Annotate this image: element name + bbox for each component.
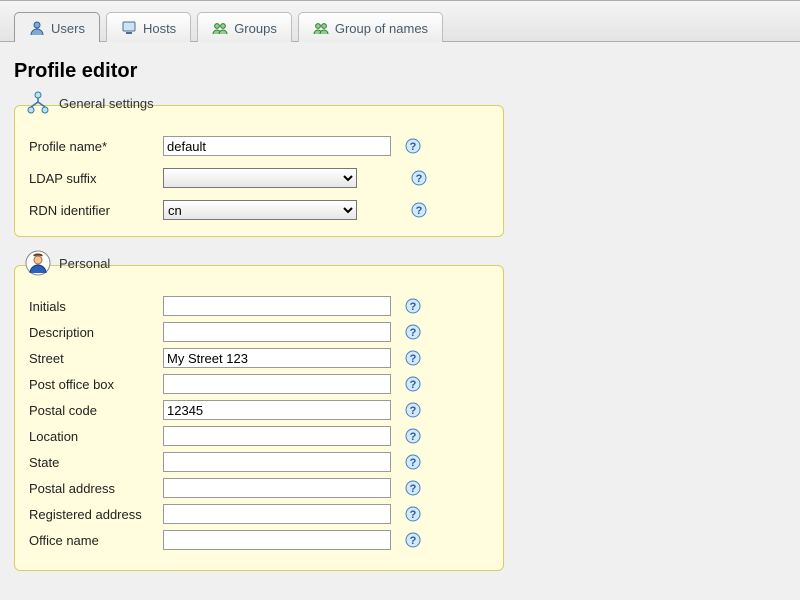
help-icon[interactable]: ?: [405, 480, 421, 496]
ldap-suffix-label: LDAP suffix: [29, 171, 157, 186]
personal-row-postal_address: Postal address?: [29, 478, 489, 498]
host-icon: [121, 20, 137, 36]
tab-hosts[interactable]: Hosts: [106, 12, 191, 42]
location-input[interactable]: [163, 426, 391, 446]
help-icon[interactable]: ?: [405, 350, 421, 366]
svg-text:?: ?: [410, 141, 417, 153]
tab-groups[interactable]: Groups: [197, 12, 292, 42]
general-settings-legend: General settings: [21, 90, 158, 116]
personal-row-initials: Initials?: [29, 296, 489, 316]
svg-text:?: ?: [410, 405, 417, 417]
svg-text:?: ?: [410, 509, 417, 521]
initials-label: Initials: [29, 299, 157, 314]
tab-label: Hosts: [143, 21, 176, 36]
help-icon[interactable]: ?: [405, 454, 421, 470]
legend-label: General settings: [59, 96, 154, 111]
tab-label: Group of names: [335, 21, 428, 36]
personal-row-location: Location?: [29, 426, 489, 446]
help-icon[interactable]: ?: [405, 138, 421, 154]
group-names-icon: [313, 20, 329, 36]
postal_address-label: Postal address: [29, 481, 157, 496]
postal_code-input[interactable]: [163, 400, 391, 420]
help-icon[interactable]: ?: [405, 298, 421, 314]
personal-row-state: State?: [29, 452, 489, 472]
tab-bar: Users Hosts Groups Group of names: [0, 0, 800, 42]
help-icon[interactable]: ?: [405, 402, 421, 418]
user-icon: [29, 20, 45, 36]
post_office_box-input[interactable]: [163, 374, 391, 394]
svg-text:?: ?: [416, 205, 423, 217]
profile-name-input[interactable]: [163, 136, 391, 156]
state-input[interactable]: [163, 452, 391, 472]
svg-text:?: ?: [410, 535, 417, 547]
personal-row-post_office_box: Post office box?: [29, 374, 489, 394]
personal-legend: Personal: [21, 250, 114, 276]
help-icon[interactable]: ?: [411, 202, 427, 218]
profile-name-label: Profile name*: [29, 139, 157, 154]
svg-text:?: ?: [410, 431, 417, 443]
street-input[interactable]: [163, 348, 391, 368]
street-label: Street: [29, 351, 157, 366]
rdn-identifier-label: RDN identifier: [29, 203, 157, 218]
office_name-label: Office name: [29, 533, 157, 548]
svg-text:?: ?: [410, 301, 417, 313]
person-icon: [25, 250, 51, 276]
svg-text:?: ?: [410, 457, 417, 469]
help-icon[interactable]: ?: [411, 170, 427, 186]
help-icon[interactable]: ?: [405, 428, 421, 444]
personal-row-street: Street?: [29, 348, 489, 368]
tab-users[interactable]: Users: [14, 12, 100, 42]
help-icon[interactable]: ?: [405, 532, 421, 548]
postal_code-label: Postal code: [29, 403, 157, 418]
page-title: Profile editor: [14, 60, 786, 83]
ldap-suffix-select[interactable]: [163, 168, 357, 188]
personal-row-registered_address: Registered address?: [29, 504, 489, 524]
svg-text:?: ?: [410, 327, 417, 339]
svg-text:?: ?: [410, 353, 417, 365]
personal-section: Personal Initials?Description?Street?Pos…: [14, 265, 504, 571]
personal-row-description: Description?: [29, 322, 489, 342]
registered_address-label: Registered address: [29, 507, 157, 522]
help-icon[interactable]: ?: [405, 376, 421, 392]
initials-input[interactable]: [163, 296, 391, 316]
description-input[interactable]: [163, 322, 391, 342]
description-label: Description: [29, 325, 157, 340]
office_name-input[interactable]: [163, 530, 391, 550]
location-label: Location: [29, 429, 157, 444]
personal-row-postal_code: Postal code?: [29, 400, 489, 420]
tab-group-of-names[interactable]: Group of names: [298, 12, 443, 42]
general-settings-section: General settings Profile name* ? LDAP su…: [14, 105, 504, 237]
svg-text:?: ?: [410, 379, 417, 391]
tab-label: Users: [51, 21, 85, 36]
svg-text:?: ?: [410, 483, 417, 495]
postal_address-input[interactable]: [163, 478, 391, 498]
personal-row-office_name: Office name?: [29, 530, 489, 550]
legend-label: Personal: [59, 256, 110, 271]
help-icon[interactable]: ?: [405, 506, 421, 522]
rdn-identifier-select[interactable]: cn: [163, 200, 357, 220]
group-icon: [212, 20, 228, 36]
post_office_box-label: Post office box: [29, 377, 157, 392]
settings-tree-icon: [25, 90, 51, 116]
registered_address-input[interactable]: [163, 504, 391, 524]
state-label: State: [29, 455, 157, 470]
svg-text:?: ?: [416, 173, 423, 185]
tab-label: Groups: [234, 21, 277, 36]
help-icon[interactable]: ?: [405, 324, 421, 340]
